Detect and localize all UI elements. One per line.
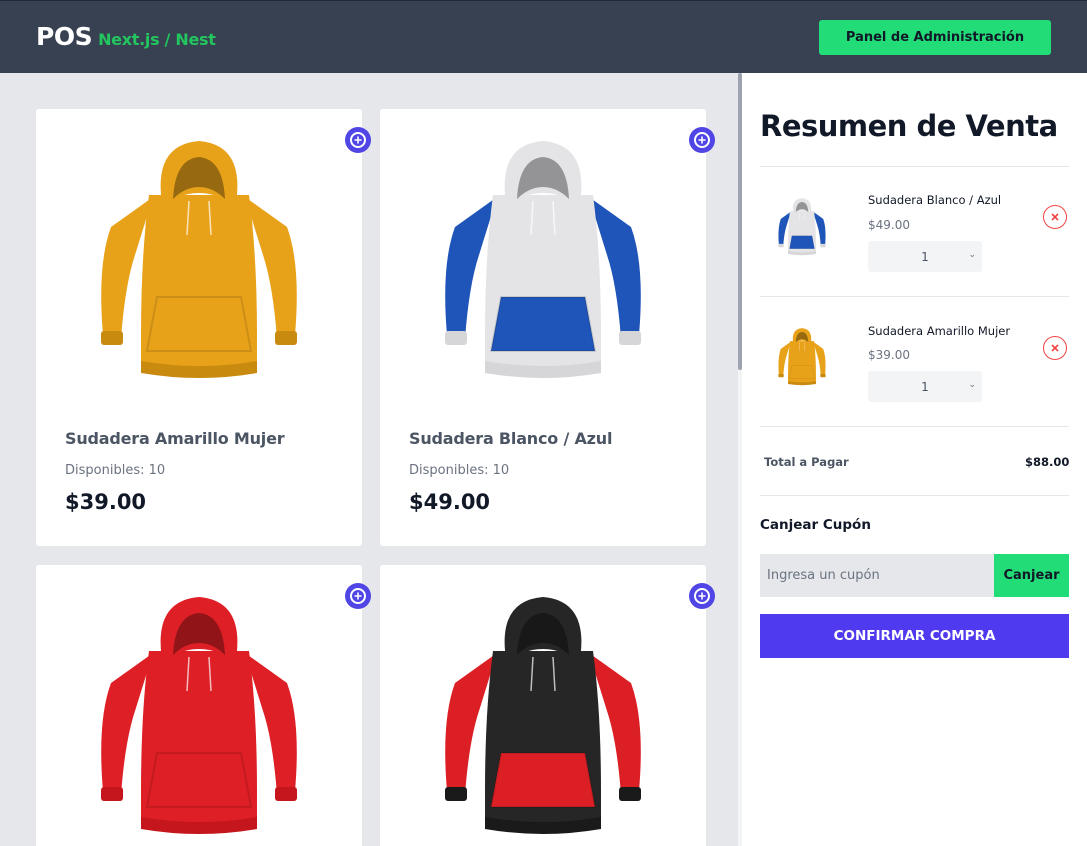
logo-sub-text: Next.js / Nest	[98, 30, 216, 49]
product-price: $39.00	[65, 490, 147, 514]
remove-item-button[interactable]	[1043, 336, 1067, 360]
total-value: $88.00	[1025, 455, 1070, 469]
product-price: $49.00	[409, 490, 491, 514]
cart-item: Sudadera Blanco / Azul $49.00 1 ⌄	[760, 167, 1069, 297]
redeem-coupon-button[interactable]: Canjear	[994, 554, 1069, 597]
product-image	[435, 135, 651, 395]
cart-item-image	[776, 323, 828, 393]
plus-circle-icon	[694, 132, 710, 148]
plus-circle-icon	[350, 588, 366, 604]
summary-title: Resumen de Venta	[760, 109, 1058, 143]
cart-item-name: Sudadera Amarillo Mujer	[868, 324, 1011, 338]
cart-item-price: $49.00	[868, 218, 910, 232]
quantity-value: 1	[921, 249, 929, 264]
product-stock: Disponibles: 10	[65, 463, 166, 478]
sale-summary-sidebar: Resumen de Venta Sudadera Blanco / Azul …	[742, 73, 1087, 846]
product-stock: Disponibles: 10	[409, 463, 510, 478]
product-name: Sudadera Amarillo Mujer	[65, 429, 285, 448]
coupon-input[interactable]	[760, 554, 994, 597]
logo-main-text: POS	[36, 22, 93, 51]
product-image	[91, 135, 307, 395]
product-image	[91, 591, 307, 846]
quantity-value: 1	[921, 379, 929, 394]
confirm-purchase-button[interactable]: CONFIRMAR COMPRA	[760, 614, 1069, 658]
close-icon	[1051, 344, 1059, 352]
product-card: Sudadera Amarillo Mujer Disponibles: 10 …	[36, 109, 362, 546]
product-card	[36, 565, 362, 846]
product-card: Sudadera Blanco / Azul Disponibles: 10 $…	[380, 109, 706, 546]
close-icon	[1051, 213, 1059, 221]
product-image	[435, 591, 651, 846]
quantity-select[interactable]: 1 ⌄	[868, 241, 982, 272]
product-card	[380, 565, 706, 846]
app-logo[interactable]: POS Next.js / Nest	[36, 22, 216, 51]
product-name: Sudadera Blanco / Azul	[409, 429, 613, 448]
cart-item-name: Sudadera Blanco / Azul	[868, 193, 1002, 207]
chevron-down-icon: ⌄	[968, 250, 976, 260]
add-to-cart-button[interactable]	[345, 127, 371, 153]
cart-item: Sudadera Amarillo Mujer $39.00 1 ⌄	[760, 297, 1069, 427]
add-to-cart-button[interactable]	[689, 127, 715, 153]
coupon-title: Canjear Cupón	[760, 517, 871, 533]
cart-item-image	[776, 193, 828, 263]
plus-circle-icon	[694, 588, 710, 604]
divider	[760, 426, 1069, 427]
add-to-cart-button[interactable]	[345, 583, 371, 609]
remove-item-button[interactable]	[1043, 205, 1067, 229]
quantity-select[interactable]: 1 ⌄	[868, 371, 982, 402]
admin-panel-button[interactable]: Panel de Administración	[819, 20, 1051, 55]
total-label: Total a Pagar	[764, 455, 849, 469]
chevron-down-icon: ⌄	[968, 380, 976, 390]
add-to-cart-button[interactable]	[689, 583, 715, 609]
divider	[760, 495, 1069, 496]
cart-item-price: $39.00	[868, 348, 910, 362]
plus-circle-icon	[350, 132, 366, 148]
top-header: POS Next.js / Nest Panel de Administraci…	[0, 0, 1087, 73]
